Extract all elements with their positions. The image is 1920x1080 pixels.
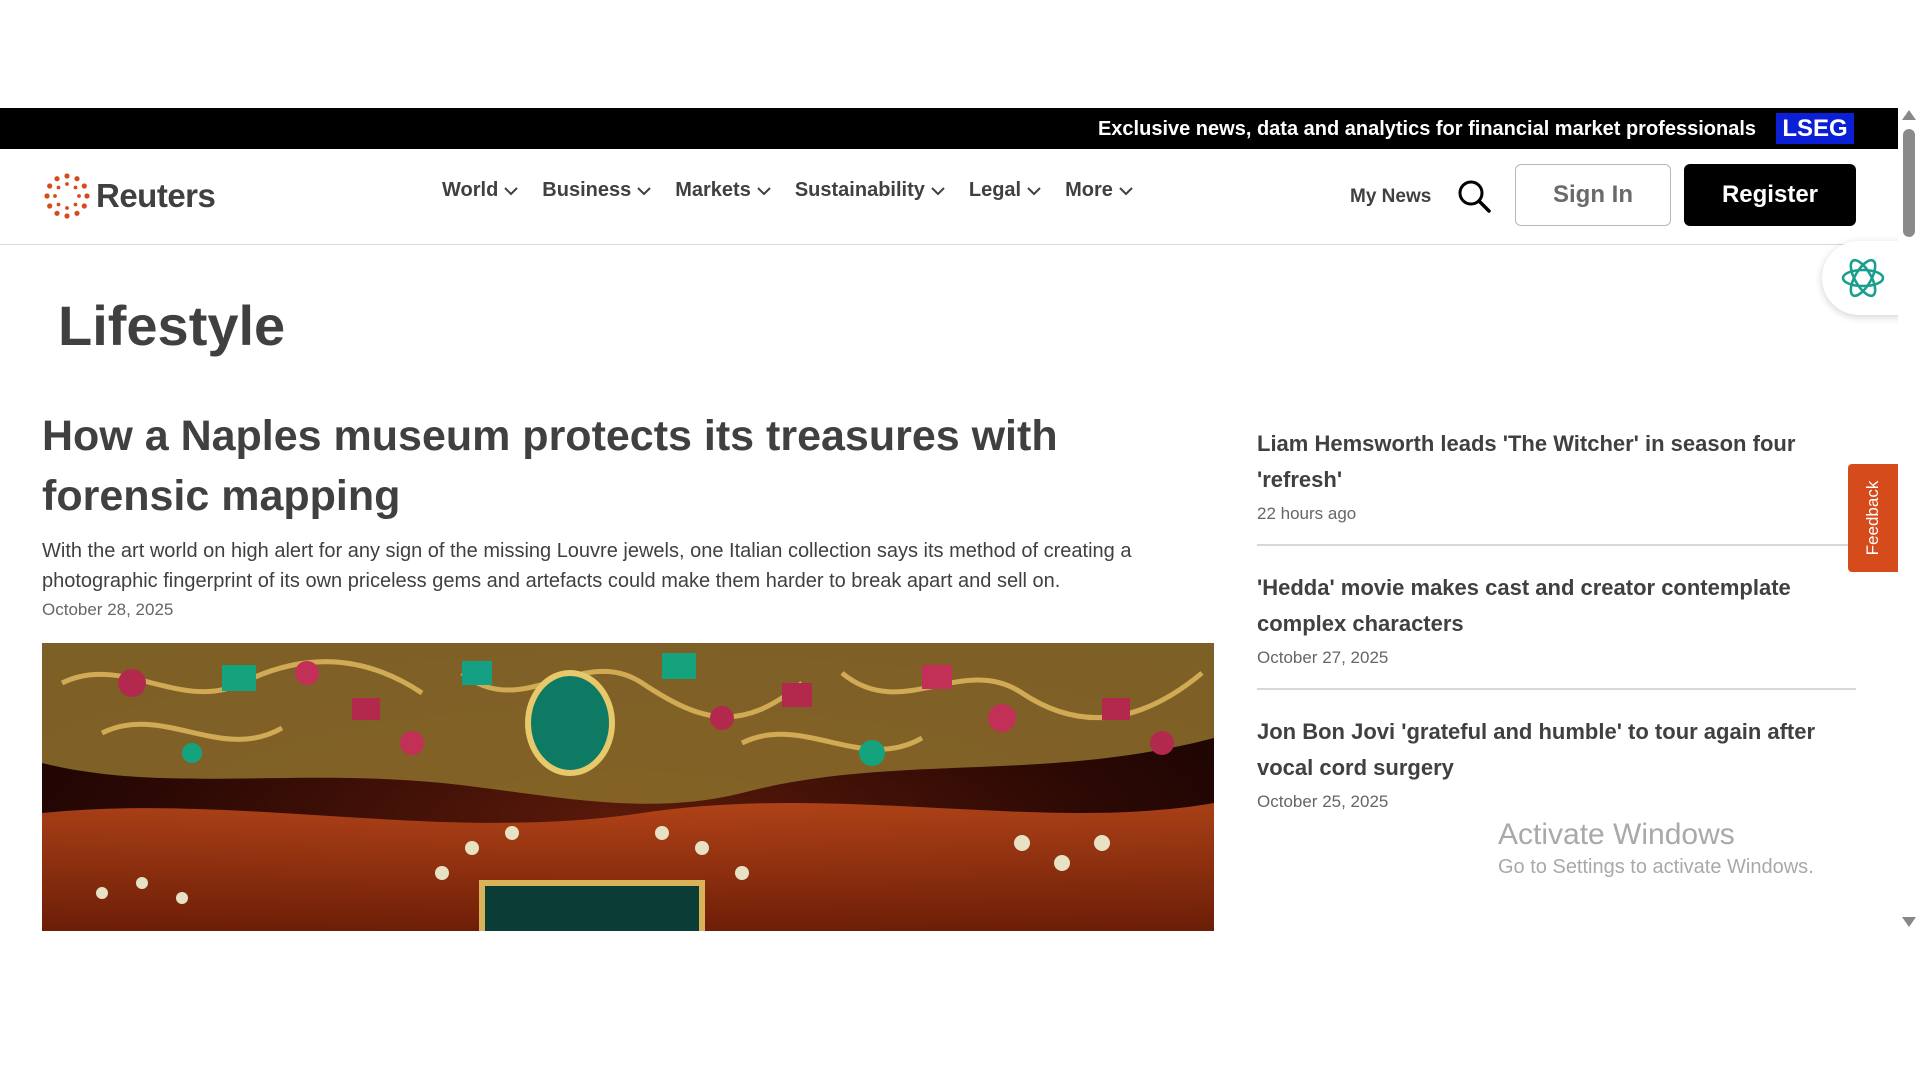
feedback-label: Feedback	[1863, 480, 1882, 556]
lead-story-summary: With the art world on high alert for any…	[42, 540, 1132, 592]
lead-story-headline[interactable]: How a Naples museum protects its treasur…	[42, 406, 1222, 526]
side-story-headline[interactable]: Jon Bon Jovi 'grateful and humble' to to…	[1257, 714, 1856, 786]
activation-subtitle: Go to Settings to activate Windows.	[1498, 856, 1814, 878]
promo-text[interactable]: Exclusive news, data and analytics for f…	[1098, 118, 1756, 141]
reuters-logo-text[interactable]: Reuters	[96, 177, 216, 215]
side-story-date: October 25, 2025	[1257, 792, 1389, 811]
feedback-tab[interactable]: Feedback	[1848, 464, 1898, 572]
sign-in-button[interactable]: Sign In	[1515, 164, 1671, 226]
nav-item-more[interactable]: More	[1065, 179, 1133, 202]
scroll-thumb[interactable]	[1903, 129, 1915, 237]
chevron-down-icon	[757, 186, 771, 195]
scroll-down-arrow-icon[interactable]	[1902, 917, 1916, 927]
promo-bar[interactable]: Exclusive news, data and analytics for f…	[0, 108, 1898, 149]
nav-item-label: Markets	[675, 179, 751, 201]
page-title: Lifestyle	[58, 294, 286, 357]
chevron-down-icon	[1027, 186, 1041, 195]
nav-item-world[interactable]: World	[442, 179, 519, 202]
chevron-down-icon	[1119, 186, 1133, 195]
lead-story-date: October 28, 2025	[42, 600, 174, 619]
reuters-logo[interactable]: Reuters	[42, 171, 216, 221]
chevron-down-icon	[637, 186, 651, 195]
page-scrollbar[interactable]	[1898, 108, 1920, 931]
jewelry-photo	[42, 643, 1214, 931]
lead-story-image[interactable]	[42, 643, 1214, 931]
search-icon[interactable]	[1457, 179, 1491, 213]
register-button[interactable]: Register	[1684, 164, 1856, 226]
nav-item-label: More	[1065, 179, 1113, 201]
chevron-down-icon	[504, 186, 519, 195]
nav-item-label: Business	[542, 179, 632, 201]
nav-item-markets[interactable]: Markets	[675, 179, 771, 202]
lseg-badge[interactable]: LSEG	[1776, 113, 1854, 144]
side-story-headline[interactable]: Liam Hemsworth leads 'The Witcher' in se…	[1257, 426, 1856, 498]
list-item[interactable]: 'Hedda' movie makes cast and creator con…	[1257, 570, 1856, 690]
nav-item-label: World	[442, 179, 499, 201]
nav-item-label: Sustainability	[794, 179, 925, 201]
side-story-list: Liam Hemsworth leads 'The Witcher' in se…	[1257, 426, 1856, 856]
nav-item-business[interactable]: Business	[542, 179, 651, 202]
side-story-date: 22 hours ago	[1257, 504, 1357, 523]
site-header: Reuters World Business Markets Sustainab…	[0, 149, 1898, 245]
list-item[interactable]: Liam Hemsworth leads 'The Witcher' in se…	[1257, 426, 1856, 546]
nav-item-label: Legal	[968, 179, 1022, 201]
reuters-logo-icon	[44, 173, 90, 219]
side-story-date: October 27, 2025	[1257, 648, 1389, 667]
list-item[interactable]: Jon Bon Jovi 'grateful and humble' to to…	[1257, 714, 1856, 832]
nav-item-sustainability[interactable]: Sustainability	[795, 179, 945, 202]
my-news-link[interactable]: My News	[1350, 186, 1431, 208]
nav-item-legal[interactable]: Legal	[969, 179, 1041, 202]
side-story-headline[interactable]: 'Hedda' movie makes cast and creator con…	[1257, 570, 1856, 642]
main-nav: World Business Markets Sustainability Le…	[442, 179, 1133, 202]
chevron-down-icon	[931, 186, 945, 195]
ai-assistant-widget[interactable]	[1822, 241, 1902, 315]
scroll-up-arrow-icon[interactable]	[1902, 110, 1916, 120]
browser-viewport: Exclusive news, data and analytics for f…	[0, 108, 1920, 931]
ai-assistant-icon	[1841, 258, 1885, 298]
